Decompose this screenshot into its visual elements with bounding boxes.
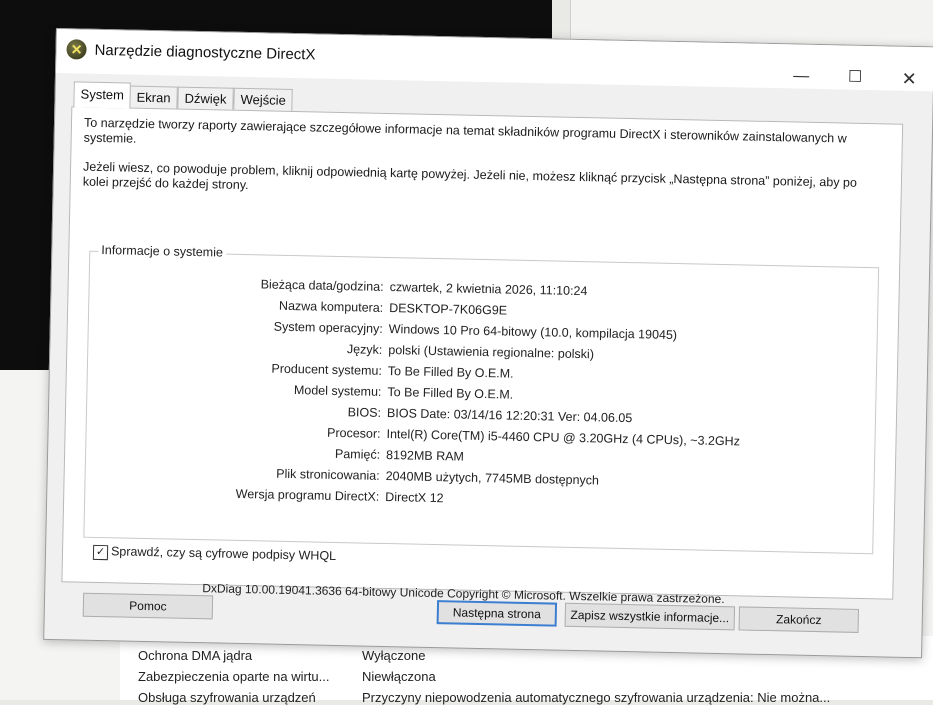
info-value: DESKTOP-7K06G9E [389,299,507,319]
system-tab-panel: To narzędzie tworzy raporty zawierające … [61,106,903,599]
tab-system[interactable]: System [73,81,131,108]
info-label: Pamięć: [335,445,381,464]
background-row-value: Wyłączone [362,648,425,663]
background-row-label: Obsługa szyfrowania urządzeń [138,690,316,705]
background-row-label: Ochrona DMA jądra [138,648,252,663]
tab-ekran[interactable]: Ekran [129,86,177,109]
info-label: Procesor: [327,424,381,443]
system-info-group: Informacje o systemie Bieżąca data/godzi… [83,251,879,554]
info-label: Bieżąca data/godzina: [260,275,383,296]
info-label: Plik stronicowania: [276,465,380,485]
minimize-button[interactable]: — [784,66,818,87]
directx-diagnostic-dialog: ✕ Narzędzie diagnostyczne DirectX — ☐ ✕ … [43,28,933,658]
info-label: Język: [347,340,383,359]
background-row-value: Przyczyny niepowodzenia automatycznego s… [362,690,830,705]
info-label: Wersja programu DirectX: [236,485,380,506]
tab-wejscie[interactable]: Wejście [233,88,293,111]
info-value: BIOS Date: 03/14/16 12:20:31 Ver: 04.06.… [387,404,633,427]
info-label: BIOS: [347,403,381,422]
whql-checkbox-label[interactable]: Sprawdź, czy są cyfrowe podpisy WHQL [111,544,336,563]
help-button[interactable]: Pomoc [83,593,213,620]
instructions-text: Jeżeli wiesz, co powoduje problem, klikn… [83,160,883,207]
directx-app-icon: ✕ [66,39,86,59]
info-label: Model systemu: [294,381,382,401]
info-value: polski (Ustawienia regionalne: polski) [388,341,594,363]
info-label: System operacyjny: [274,318,383,338]
info-value: To Be Filled By O.E.M. [388,362,514,383]
background-row-value: Niewłączona [362,669,436,684]
info-value: To Be Filled By O.E.M. [387,383,513,404]
next-page-button[interactable]: Następna strona [437,600,557,627]
info-label: Producent systemu: [271,360,382,380]
info-value: czwartek, 2 kwietnia 2026, 11:10:24 [389,278,587,300]
info-value: 8192MB RAM [386,446,464,466]
background-row-label: Zabezpieczenia oparte na wirtu... [138,669,330,684]
tab-dzwiek[interactable]: Dźwięk [177,87,233,110]
exit-button[interactable]: Zakończ [739,606,859,633]
info-label: Nazwa komputera: [279,297,384,317]
whql-checkbox[interactable]: ✓ [93,545,108,560]
group-title: Informacje o systemie [98,243,226,260]
intro-text: To narzędzie tworzy raporty zawierające … [84,116,884,163]
info-value: Windows 10 Pro 64-bitowy (10.0, kompilac… [389,320,678,344]
save-all-info-button[interactable]: Zapisz wszystkie informacje... [565,603,735,631]
info-value: 2040MB użytych, 7745MB dostępnych [386,467,600,489]
info-value: DirectX 12 [385,488,444,507]
close-button[interactable]: ✕ [892,69,926,90]
tab-bar: System Ekran Dźwięk Wejście [73,81,74,107]
dialog-title: Narzędzie diagnostyczne DirectX [94,42,315,64]
maximize-button[interactable]: ☐ [838,67,872,88]
